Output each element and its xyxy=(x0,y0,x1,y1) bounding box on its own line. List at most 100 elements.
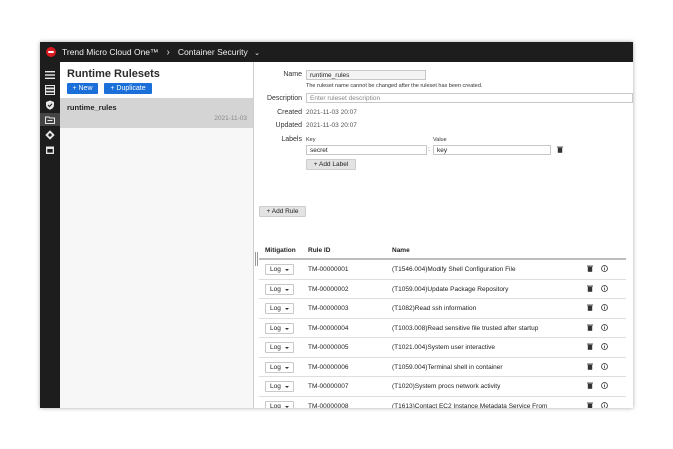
caret-down-icon xyxy=(285,367,289,369)
caret-down-icon xyxy=(285,386,289,388)
list-empty-area xyxy=(60,128,253,408)
table-row: Log TM-00000006 (T1059.004)Terminal shell … xyxy=(259,358,626,377)
mitigation-value: Log xyxy=(270,266,281,273)
name-column-header: Name xyxy=(392,247,410,254)
mitigation-value: Log xyxy=(270,403,281,408)
mitigation-value: Log xyxy=(270,344,281,351)
created-label: Created xyxy=(277,109,302,116)
delete-label-trash-icon[interactable] xyxy=(557,146,563,153)
chevron-down-icon: ⌄ xyxy=(254,50,261,57)
app-window: Trend Micro Cloud One™ › Container Secur… xyxy=(40,42,633,408)
mitigation-value: Log xyxy=(270,286,281,293)
mitigation-value: Log xyxy=(270,305,281,312)
rule-name: (T1082)Read ssh information xyxy=(392,305,477,312)
mitigation-column-header: Mitigation xyxy=(265,247,296,254)
mitigation-value: Log xyxy=(270,325,281,332)
table-row: Log TM-00000002 (T1059.004)Update Package … xyxy=(259,280,626,299)
menu-icon[interactable] xyxy=(43,68,57,81)
product-switcher[interactable]: Container Security ⌄ xyxy=(178,47,260,57)
breadcrumb-separator-icon: › xyxy=(166,46,170,58)
server-icon[interactable] xyxy=(43,83,57,96)
mitigation-value: Log xyxy=(270,383,281,390)
rule-id: TM-00000008 xyxy=(308,403,349,408)
mitigation-select[interactable]: Log xyxy=(265,381,294,392)
rule-id: TM-00000003 xyxy=(308,305,349,312)
new-ruleset-button[interactable]: + New xyxy=(67,83,98,94)
rule-info-icon[interactable] xyxy=(601,402,608,408)
labels-label: Labels xyxy=(281,136,302,143)
rule-info-icon[interactable] xyxy=(601,265,608,272)
delete-rule-trash-icon[interactable] xyxy=(587,363,593,370)
description-label: Description xyxy=(266,95,302,102)
rule-info-icon[interactable] xyxy=(601,382,608,389)
mitigation-select[interactable]: Log xyxy=(265,342,294,353)
caret-down-icon xyxy=(285,347,289,349)
left-nav xyxy=(40,62,60,408)
table-row: Log TM-00000003 (T1082)Read ssh informatio… xyxy=(259,299,626,319)
created-value: 2021-11-03 20:07 xyxy=(306,109,357,116)
mitigation-value: Log xyxy=(270,364,281,371)
table-row: Log TM-00000008 (T1613)Contact EC2 Instanc… xyxy=(259,397,626,408)
delete-rule-trash-icon[interactable] xyxy=(587,343,593,350)
updated-label: Updated xyxy=(275,122,302,129)
mitigation-select[interactable]: Log xyxy=(265,303,294,314)
mitigation-select[interactable]: Log xyxy=(265,323,294,334)
rule-info-icon[interactable] xyxy=(601,285,608,292)
rule-info-icon[interactable] xyxy=(601,324,608,331)
delete-rule-trash-icon[interactable] xyxy=(587,304,593,311)
duplicate-ruleset-button[interactable]: + Duplicate xyxy=(104,83,152,94)
rule-name: (T1021.004)System user interactive xyxy=(392,344,495,351)
table-row: Log TM-00000005 (T1021.004)System user int… xyxy=(259,338,626,358)
rule-id: TM-00000002 xyxy=(308,286,349,293)
label-colon: : xyxy=(428,146,430,153)
updated-value: 2021-11-03 20:07 xyxy=(306,122,357,129)
rule-name: (T1020)System procs network activity xyxy=(392,383,501,390)
rule-info-icon[interactable] xyxy=(601,343,608,350)
trend-micro-logo-icon[interactable] xyxy=(46,47,56,57)
mitigation-select[interactable]: Log xyxy=(265,264,294,275)
rule-name: (T1059.004)Terminal shell in container xyxy=(392,364,503,371)
delete-rule-trash-icon[interactable] xyxy=(587,324,593,331)
ruleset-item-date: 2021-11-03 xyxy=(214,115,247,122)
caret-down-icon xyxy=(285,406,289,408)
rule-name: (T1003.008)Read sensitive file trusted a… xyxy=(392,325,539,332)
delete-rule-trash-icon[interactable] xyxy=(587,382,593,389)
add-label-button[interactable]: + Add Label xyxy=(306,159,356,170)
label-key-field[interactable]: secret xyxy=(306,145,427,155)
caret-down-icon xyxy=(285,308,289,310)
ruleset-folder-icon[interactable] xyxy=(40,113,60,126)
table-row: Log TM-00000001 (T1546.004)Modify Shell Co… xyxy=(259,260,626,280)
rule-id: TM-00000006 xyxy=(308,364,349,371)
calendar-icon[interactable] xyxy=(43,143,57,156)
ruleset-list-item[interactable]: runtime_rules 2021-11-03 xyxy=(60,98,253,128)
delete-rule-trash-icon[interactable] xyxy=(587,265,593,272)
description-field[interactable]: Enter ruleset description xyxy=(306,93,633,103)
ruleset-list-pane: Runtime Rulesets + New + Duplicate runti… xyxy=(60,62,254,408)
rule-id: TM-00000007 xyxy=(308,383,349,390)
ruleset-item-name: runtime_rules xyxy=(67,103,117,112)
rule-id: TM-00000004 xyxy=(308,325,349,332)
mitigation-select[interactable]: Log xyxy=(265,284,294,295)
rule-id-column-header: Rule ID xyxy=(308,247,331,254)
add-rule-button[interactable]: + Add Rule xyxy=(259,206,306,217)
caret-down-icon xyxy=(285,269,289,271)
label-value-header: Value xyxy=(433,137,447,143)
table-row: Log TM-00000007 (T1020)System procs networ… xyxy=(259,377,626,397)
rule-info-icon[interactable] xyxy=(601,363,608,370)
caret-down-icon xyxy=(285,328,289,330)
name-label: Name xyxy=(283,71,302,78)
label-key-header: Key xyxy=(306,137,316,143)
rule-info-icon[interactable] xyxy=(601,304,608,311)
top-bar: Trend Micro Cloud One™ › Container Secur… xyxy=(40,42,633,62)
delete-rule-trash-icon[interactable] xyxy=(587,402,593,408)
mitigation-select[interactable]: Log xyxy=(265,362,294,373)
product-name: Container Security xyxy=(177,47,248,57)
delete-rule-trash-icon[interactable] xyxy=(587,285,593,292)
mitigation-select[interactable]: Log xyxy=(265,401,294,408)
ruleset-name-field[interactable]: runtime_rules xyxy=(306,70,426,80)
shield-icon[interactable] xyxy=(43,98,57,111)
pane-resize-handle-icon[interactable] xyxy=(255,252,258,266)
label-value-field[interactable]: key xyxy=(433,145,551,155)
brand-name[interactable]: Trend Micro Cloud One™ xyxy=(62,47,159,57)
target-icon[interactable] xyxy=(43,128,57,141)
